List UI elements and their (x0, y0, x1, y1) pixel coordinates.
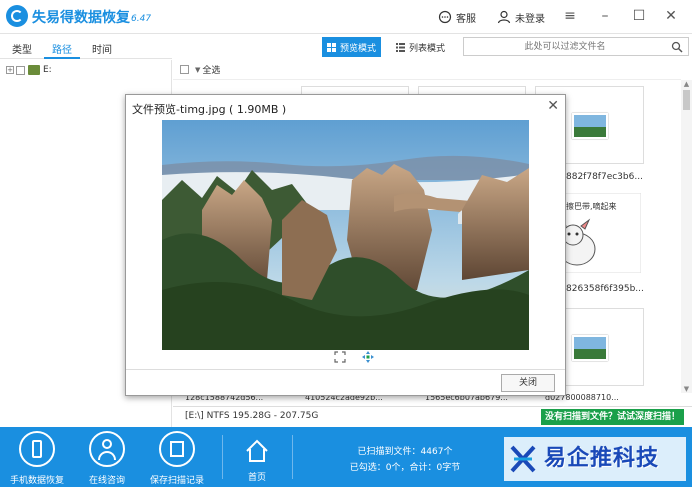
phone-recovery-button[interactable]: 手机数据恢复 (2, 431, 72, 487)
vertical-scrollbar[interactable]: ▲ ▼ (681, 80, 692, 393)
preview-mode-label: 预览模式 (340, 43, 377, 54)
preview-tools (326, 351, 382, 363)
maximize-icon[interactable]: ☐ (631, 8, 647, 24)
phone-icon (19, 431, 55, 467)
list-icon (396, 42, 405, 52)
dialog-title: 文件预览-timg.jpg ( 1.90MB ) (132, 103, 287, 116)
expand-icon[interactable]: + (6, 66, 14, 74)
move-icon[interactable] (362, 351, 374, 363)
filter-search-box (463, 37, 689, 56)
drive-info: [E:\] NTFS 195.28G - 207.75G (185, 411, 319, 421)
online-consult-label: 在线咨询 (88, 476, 125, 486)
save-scan-label: 保存扫描记录 (149, 476, 204, 486)
scroll-down-icon[interactable]: ▼ (682, 385, 691, 393)
user-icon (89, 431, 125, 467)
scan-stats: 已扫描到文件：4467个 已勾选：0个，合计：0字节 (340, 444, 470, 476)
scanned-count: 已扫描到文件：4467个 (357, 447, 453, 457)
fit-screen-icon[interactable] (334, 351, 346, 363)
thumbnail-label: 826358f6f395b... (566, 284, 644, 294)
menu-icon[interactable]: ≡ (562, 8, 578, 24)
login-button[interactable]: 未登录 (497, 9, 545, 25)
customer-service-button[interactable]: 客服 (438, 9, 476, 25)
preview-image (162, 120, 529, 350)
active-tab-indicator (44, 57, 80, 59)
save-icon (159, 431, 195, 467)
preview-mode-button[interactable]: 预览模式 (322, 37, 382, 57)
list-mode-label: 列表模式 (409, 43, 446, 54)
select-all-row: ▼ 全选 (173, 60, 681, 80)
close-icon[interactable]: ✕ (547, 98, 559, 114)
online-consult-button[interactable]: 在线咨询 (72, 431, 142, 487)
list-mode-button[interactable]: 列表模式 (391, 37, 450, 57)
filter-input[interactable] (470, 38, 660, 55)
scroll-up-icon[interactable]: ▲ (682, 80, 691, 88)
grid-icon (327, 42, 336, 52)
tree-item-drive[interactable]: + E: (6, 65, 52, 75)
search-icon[interactable] (671, 41, 683, 53)
home-icon (246, 439, 268, 462)
deep-scan-link[interactable]: 没有扫描到文件？试试深度扫描！ (540, 409, 684, 425)
service-label: 客服 (456, 13, 476, 25)
chat-icon (438, 10, 452, 24)
minimize-icon[interactable]: – (597, 8, 613, 24)
title-bar: 失易得数据恢复 6.47 客服 未登录 ≡ – ☐ ✕ (0, 0, 692, 34)
user-icon (497, 10, 511, 24)
select-all-label: 全选 (202, 66, 221, 76)
image-file-icon (572, 335, 608, 361)
dialog-close-button[interactable]: 关闭 (501, 374, 555, 392)
app-title: 失易得数据恢复 (32, 10, 130, 26)
drive-label: E: (43, 65, 52, 75)
scroll-thumb[interactable] (683, 90, 690, 110)
image-file-icon (572, 113, 608, 139)
tab-type[interactable]: 类型 (12, 41, 32, 56)
select-all-checkbox[interactable] (180, 65, 189, 74)
tab-time[interactable]: 时间 (92, 41, 112, 56)
phone-recovery-label: 手机数据恢复 (9, 476, 64, 486)
dropdown-arrow-icon[interactable]: ▼ (195, 66, 200, 74)
home-label: 首页 (247, 473, 266, 483)
cartoon-caption: 擦巴带,嘀起来 (566, 202, 617, 211)
app-logo-icon (6, 5, 28, 27)
login-label: 未登录 (515, 13, 545, 25)
tab-path[interactable]: 路径 (52, 41, 72, 56)
drive-checkbox[interactable] (16, 65, 25, 75)
checked-summary: 已勾选：0个，合计：0字节 (349, 463, 461, 473)
app-version: 6.47 (131, 14, 152, 24)
drive-icon (28, 65, 40, 75)
content-toolbar: 预览模式 列表模式 (173, 35, 692, 59)
thumbnail-label: 882f78f7ec3b6... (566, 172, 643, 182)
footer-divider (292, 435, 293, 479)
save-scan-button[interactable]: 保存扫描记录 (142, 431, 212, 487)
view-tabs: 类型 路径 时间 (0, 35, 172, 59)
watermark-text: 易企推科技 (544, 446, 660, 471)
home-button[interactable]: 首页 (222, 431, 292, 487)
file-preview-dialog: 文件预览-timg.jpg ( 1.90MB ) ✕ 关闭 (125, 94, 566, 396)
dialog-divider (126, 369, 565, 370)
close-icon[interactable]: ✕ (663, 8, 679, 24)
status-bar: [E:\] NTFS 195.28G - 207.75G 没有扫描到文件？试试深… (173, 406, 692, 426)
